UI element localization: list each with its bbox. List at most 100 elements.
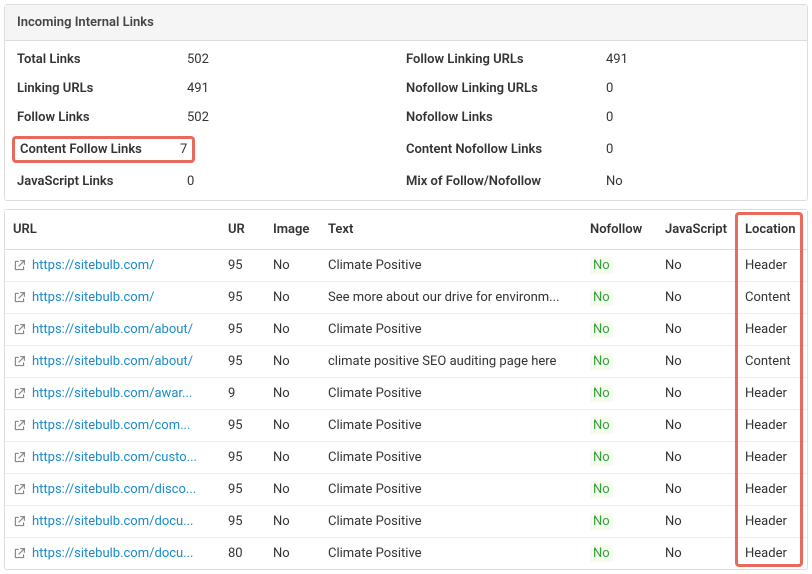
links-table-container: URL UR Image Text Nofollow JavaScript Lo… [4,209,808,570]
cell-text: Climate Positive [320,538,582,570]
col-header-javascript[interactable]: JavaScript [657,210,737,250]
stats-value: 502 [187,110,209,125]
cell-image: No [265,538,320,570]
cell-ur: 95 [220,314,265,346]
table-row[interactable]: https://sitebulb.com/docu...80NoClimate … [5,538,807,570]
table-row[interactable]: https://sitebulb.com/com...95NoClimate P… [5,410,807,442]
stats-value: 502 [187,52,209,67]
panel-title: Incoming Internal Links [5,5,807,41]
table-row[interactable]: https://sitebulb.com/awar...9NoClimate P… [5,378,807,410]
stats-cell-left: Follow Links502 [17,110,406,125]
stats-row: Follow Links502Nofollow Links0 [5,103,807,132]
stats-cell-right: Nofollow Links0 [406,110,795,125]
table-row[interactable]: https://sitebulb.com/disco...95NoClimate… [5,474,807,506]
cell-url: https://sitebulb.com/custo... [5,442,220,474]
stats-value: No [606,174,623,189]
url-link[interactable]: https://sitebulb.com/com... [32,418,190,433]
col-header-ur[interactable]: UR [220,210,265,250]
url-link[interactable]: https://sitebulb.com/custo... [32,450,197,465]
nofollow-badge: No [590,321,613,338]
external-link-icon [13,291,26,304]
stats-cell-right: Nofollow Linking URLs0 [406,81,795,96]
content-follow-links-highlight: Content Follow Links7 [12,136,195,163]
col-header-url[interactable]: URL [5,210,220,250]
cell-ur: 95 [220,442,265,474]
cell-nofollow: No [582,346,657,378]
cell-ur: 80 [220,538,265,570]
external-link-icon [13,419,26,432]
stats-value: 491 [187,81,209,96]
url-link[interactable]: https://sitebulb.com/ [32,290,154,305]
cell-javascript: No [657,538,737,570]
cell-nofollow: No [582,506,657,538]
url-link[interactable]: https://sitebulb.com/docu... [32,546,193,561]
nofollow-badge: No [590,513,613,530]
cell-javascript: No [657,442,737,474]
nofollow-badge: No [590,481,613,498]
external-link-icon [13,547,26,560]
external-link-icon [13,515,26,528]
cell-ur: 95 [220,346,265,378]
stats-row: Total Links502 Follow Linking URLs491 [5,45,807,74]
cell-javascript: No [657,378,737,410]
cell-nofollow: No [582,314,657,346]
table-row[interactable]: https://sitebulb.com/docu...95NoClimate … [5,506,807,538]
cell-text: climate positive SEO auditing page here [320,346,582,378]
cell-location: Header [737,378,807,410]
stats-value: 0 [606,110,613,125]
cell-javascript: No [657,474,737,506]
url-link[interactable]: https://sitebulb.com/ [32,258,154,273]
url-link[interactable]: https://sitebulb.com/about/ [32,354,193,369]
stats-label: Follow Linking URLs [406,52,606,67]
cell-url: https://sitebulb.com/docu... [5,506,220,538]
external-link-icon [13,259,26,272]
table-row[interactable]: https://sitebulb.com/custo...95NoClimate… [5,442,807,474]
stats-value: 0 [606,81,613,96]
cell-image: No [265,474,320,506]
cell-ur: 95 [220,250,265,282]
cell-location: Header [737,314,807,346]
table-row[interactable]: https://sitebulb.com/95NoClimate Positiv… [5,250,807,282]
cell-location: Header [737,410,807,442]
external-link-icon [13,355,26,368]
url-link[interactable]: https://sitebulb.com/awar... [32,386,192,401]
col-header-location[interactable]: Location [737,210,807,250]
links-table: URL UR Image Text Nofollow JavaScript Lo… [5,210,807,569]
external-link-icon [13,323,26,336]
table-header-row: URL UR Image Text Nofollow JavaScript Lo… [5,210,807,250]
cell-nofollow: No [582,442,657,474]
stats-label: Follow Links [17,110,187,125]
col-header-image[interactable]: Image [265,210,320,250]
stats-label: Total Links [17,52,187,67]
cell-nofollow: No [582,250,657,282]
cell-location: Content [737,282,807,314]
cell-url: https://sitebulb.com/ [5,250,220,282]
cell-javascript: No [657,250,737,282]
table-row[interactable]: https://sitebulb.com/about/95 No climate p… [5,346,807,378]
stats-value: 491 [606,52,628,67]
cell-text: Climate Positive [320,410,582,442]
cell-image: No [265,442,320,474]
cell-url: https://sitebulb.com/about/ [5,346,220,378]
url-link[interactable]: https://sitebulb.com/disco... [32,482,196,497]
cell-nofollow: No [582,410,657,442]
stats-row: Content Follow Links7Content Nofollow Li… [5,132,807,167]
external-link-icon [13,483,26,496]
cell-location: Header [737,538,807,570]
cell-javascript: No [657,282,737,314]
cell-ur: 9 [220,378,265,410]
cell-javascript: No [657,410,737,442]
cell-text: Climate Positive [320,474,582,506]
col-header-text[interactable]: Text [320,210,582,250]
url-link[interactable]: https://sitebulb.com/about/ [32,322,193,337]
cell-javascript: No [657,314,737,346]
url-link[interactable]: https://sitebulb.com/docu... [32,514,193,529]
nofollow-badge: No [590,545,613,562]
table-row[interactable]: https://sitebulb.com/about/95NoClimate P… [5,314,807,346]
col-header-nofollow[interactable]: Nofollow [582,210,657,250]
cell-image: No [265,282,320,314]
cell-image: No [265,410,320,442]
table-row[interactable]: https://sitebulb.com/95NoSee more about … [5,282,807,314]
nofollow-badge: No [590,353,613,370]
cell-nofollow: No [582,474,657,506]
